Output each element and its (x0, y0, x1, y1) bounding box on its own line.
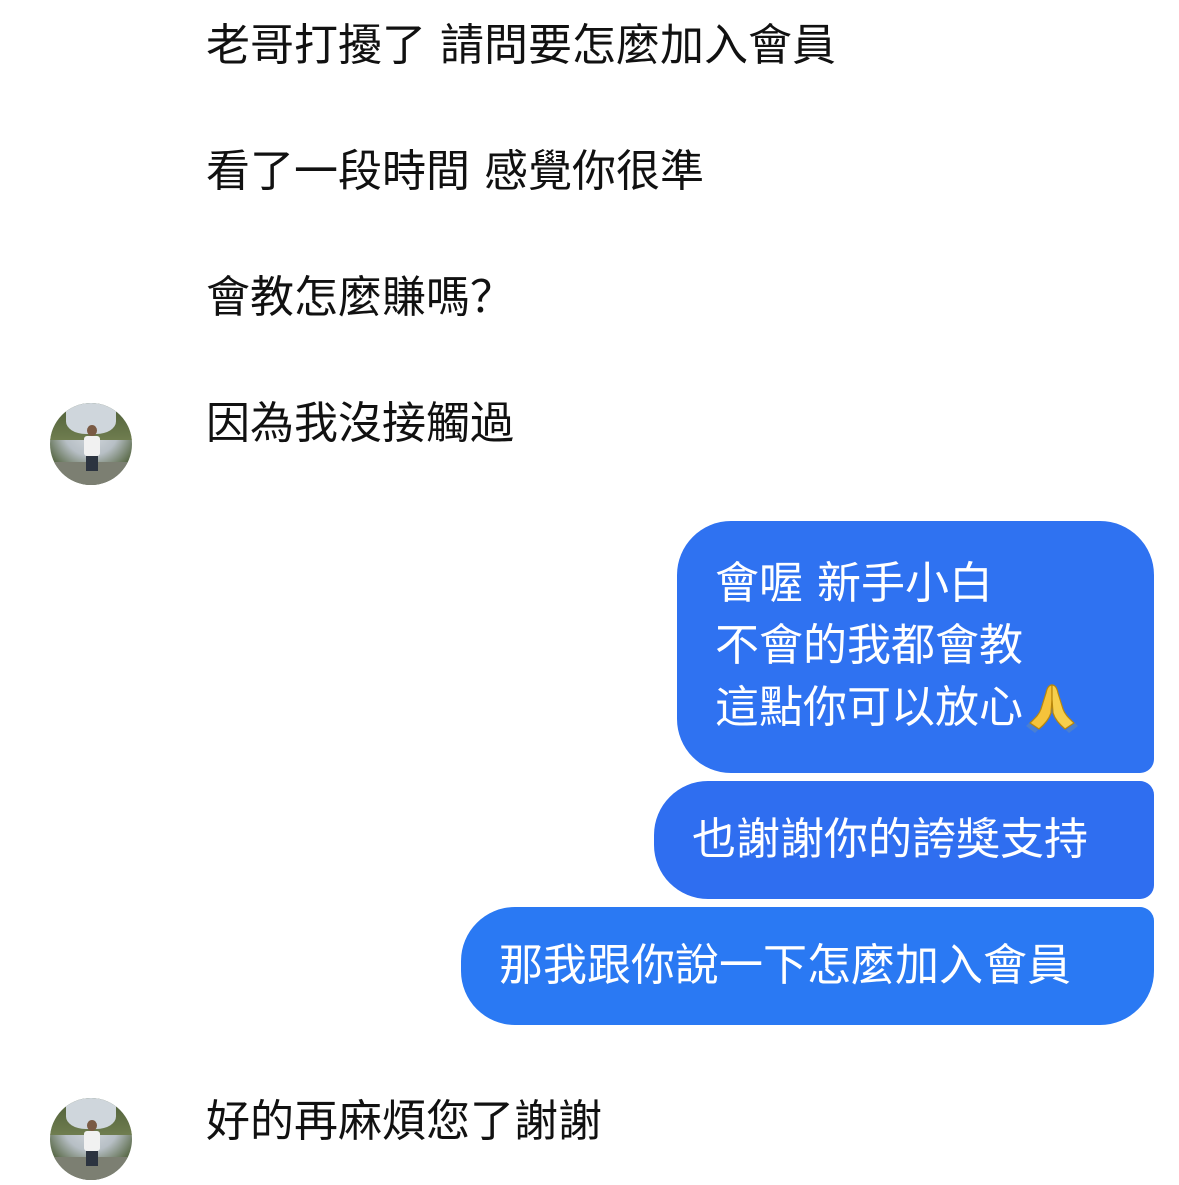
incoming-message: 好的再麻煩您了謝謝 (206, 1096, 602, 1147)
outgoing-message-bubble[interactable]: 那我跟你說一下怎麼加入會員 (461, 907, 1154, 1025)
incoming-message: 因為我沒接觸過 (206, 398, 514, 449)
outgoing-message-line: 會喔 新手小白 (715, 558, 993, 609)
incoming-message: 看了一段時間 感覺你很準 (206, 146, 704, 197)
outgoing-message-bubble[interactable]: 也謝謝你的誇獎支持 (654, 781, 1154, 899)
avatar-person (84, 1120, 100, 1166)
contact-avatar[interactable] (50, 1098, 132, 1180)
outgoing-message-text: 那我跟你說一下怎麼加入會員 (499, 940, 1071, 991)
avatar-person (84, 425, 100, 471)
outgoing-message-line: 這點你可以放心 (715, 677, 1116, 739)
outgoing-message-text: 這點你可以放心 (715, 682, 1023, 733)
contact-avatar[interactable] (50, 403, 132, 485)
folded-hands-icon (1025, 679, 1079, 733)
outgoing-message-line: 不會的我都會教 (715, 620, 1023, 671)
incoming-message: 會教怎麼賺嗎？ (206, 272, 514, 323)
incoming-message: 老哥打擾了 請問要怎麼加入會員 (206, 20, 836, 71)
outgoing-message-text: 也謝謝你的誇獎支持 (692, 814, 1088, 865)
outgoing-message-bubble[interactable]: 會喔 新手小白 不會的我都會教 這點你可以放心 (677, 521, 1154, 773)
